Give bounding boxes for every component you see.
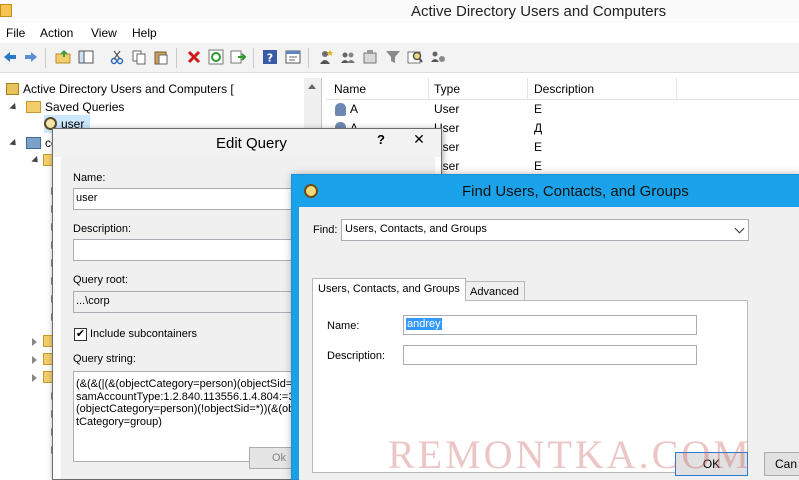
back-icon[interactable] xyxy=(2,49,18,65)
menu-file[interactable]: File xyxy=(6,26,25,40)
find-cancel-button[interactable]: Can xyxy=(764,452,799,476)
toolbar: ? xyxy=(0,43,799,73)
properties-icon[interactable] xyxy=(285,49,301,65)
column-description[interactable]: Description xyxy=(534,82,594,96)
query-string-label: Query string: xyxy=(73,353,136,365)
collapse-arrow-icon[interactable] xyxy=(32,356,37,364)
column-divider[interactable] xyxy=(428,78,429,100)
toolbar-separator xyxy=(45,48,46,68)
new-group-icon[interactable] xyxy=(340,49,356,65)
close-button[interactable]: ✕ xyxy=(398,129,440,151)
include-subcontainers-label: Include subcontainers xyxy=(90,328,198,340)
toolbar-separator xyxy=(308,48,309,68)
description-label: Description: xyxy=(73,223,132,235)
folder-icon xyxy=(26,101,41,113)
find-name-input[interactable]: andrey xyxy=(403,315,697,335)
window-title: Active Directory Users and Computers xyxy=(411,3,667,20)
export-icon[interactable] xyxy=(230,49,246,65)
menu-help[interactable]: Help xyxy=(132,26,157,40)
tree-root[interactable]: Active Directory Users and Computers [ xyxy=(6,80,234,98)
column-type[interactable]: Type xyxy=(434,82,460,96)
query-name-field[interactable]: user xyxy=(73,188,311,210)
chevron-down-icon xyxy=(734,223,745,234)
column-divider[interactable] xyxy=(676,78,677,100)
find-icon[interactable] xyxy=(407,49,423,65)
find-description-input[interactable] xyxy=(403,345,697,365)
aduc-app-icon xyxy=(0,4,12,17)
copy-icon[interactable] xyxy=(131,49,147,65)
forward-icon[interactable] xyxy=(23,49,39,65)
svg-text:?: ? xyxy=(267,52,273,65)
watermark-text: REMONTKA.COM xyxy=(388,432,752,477)
query-root-field: ...\corp xyxy=(73,291,311,313)
tab-users-contacts-groups[interactable]: Users, Contacts, and Groups xyxy=(312,278,466,301)
toolbar-separator xyxy=(253,48,254,68)
help-icon[interactable]: ? xyxy=(262,49,278,65)
tree-saved-queries[interactable]: Saved Queries xyxy=(26,98,124,116)
name-label: Name: xyxy=(73,172,106,184)
menu-action[interactable]: Action xyxy=(40,26,73,40)
edit-query-titlebar[interactable]: Edit Query ? ✕ xyxy=(53,129,441,157)
expand-arrow-icon[interactable] xyxy=(31,155,41,166)
list-header: Name Type Description xyxy=(326,78,799,100)
domain-icon xyxy=(26,137,41,149)
query-root-label: Query root: xyxy=(73,274,129,286)
expand-arrow-icon[interactable] xyxy=(9,102,19,113)
paste-icon[interactable] xyxy=(153,49,169,65)
menu-view[interactable]: View xyxy=(91,26,117,40)
scroll-up-icon[interactable] xyxy=(308,84,316,89)
filter-icon[interactable] xyxy=(385,49,401,65)
aduc-root-icon xyxy=(6,83,19,95)
find-type-select[interactable]: Users, Contacts, and Groups xyxy=(341,219,749,241)
menu-bar: File Action View Help xyxy=(0,23,799,43)
find-description-label: Description: xyxy=(327,350,386,362)
find-dialog-titlebar[interactable]: Find Users, Contacts, and Groups xyxy=(292,175,799,207)
show-hide-tree-icon[interactable] xyxy=(78,49,94,65)
collapse-arrow-icon[interactable] xyxy=(32,338,37,346)
column-divider[interactable] xyxy=(527,78,528,100)
collapse-arrow-icon[interactable] xyxy=(32,374,37,382)
user-icon xyxy=(335,103,346,116)
include-subcontainers-checkbox[interactable]: ✔ xyxy=(74,328,87,341)
magnifier-icon xyxy=(304,184,318,198)
new-user-icon[interactable] xyxy=(318,49,334,65)
new-ou-icon[interactable] xyxy=(362,49,378,65)
main-titlebar: Active Directory Users and Computers xyxy=(0,0,799,23)
list-item[interactable]: A User E xyxy=(326,100,799,119)
tab-advanced[interactable]: Advanced xyxy=(464,281,525,302)
delete-icon[interactable] xyxy=(186,49,202,65)
find-name-label: Name: xyxy=(327,320,360,332)
find-label: Find: xyxy=(313,224,338,236)
up-folder-icon[interactable] xyxy=(55,49,71,65)
edit-query-title: Edit Query xyxy=(216,135,287,152)
add-to-group-icon[interactable] xyxy=(430,49,446,65)
refresh-icon[interactable] xyxy=(208,49,224,65)
column-name[interactable]: Name xyxy=(334,82,366,96)
expand-arrow-icon[interactable] xyxy=(9,138,19,149)
toolbar-separator xyxy=(176,48,177,68)
help-button[interactable]: ? xyxy=(366,129,396,151)
query-description-field[interactable] xyxy=(73,239,311,261)
cut-icon[interactable] xyxy=(109,49,125,65)
find-dialog-title: Find Users, Contacts, and Groups xyxy=(462,183,689,200)
